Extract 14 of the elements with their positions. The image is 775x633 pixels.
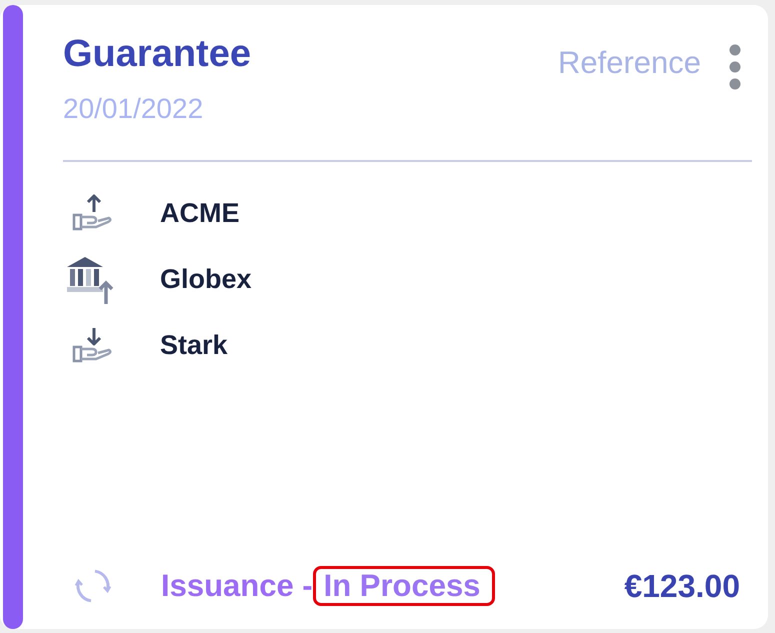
card-title: Guarantee [63,32,251,77]
party-name: ACME [160,197,240,229]
date-text: 20/01/2022 [63,92,204,126]
hand-up-arrow-icon [72,194,114,232]
party-name: Globex [160,263,252,295]
hand-down-arrow-icon [72,326,114,364]
party-name: Stark [160,329,228,361]
status-label: In Process [312,566,496,606]
amount-text: €123.00 [624,567,740,605]
more-options-button[interactable] [729,44,741,90]
reference-label: Reference [558,44,701,81]
stage-label: Issuance - [161,569,313,603]
kebab-icon [729,44,741,90]
refresh-icon [75,568,111,604]
